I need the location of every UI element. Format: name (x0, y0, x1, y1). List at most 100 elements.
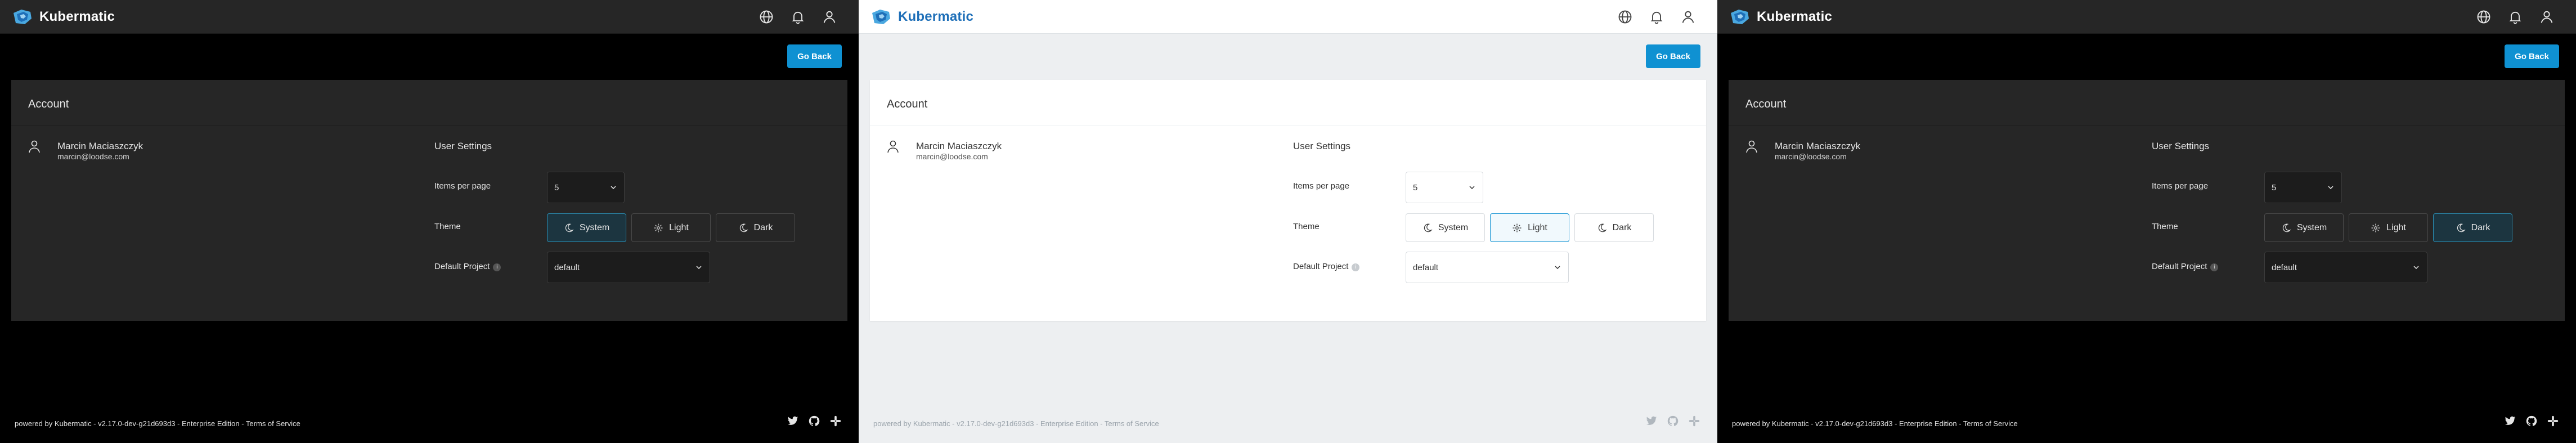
items-per-page-value: 5 (554, 182, 559, 193)
footer-text[interactable]: powered by Kubermatic - v2.17.0-dev-g21d… (1732, 419, 2018, 428)
go-back-button[interactable]: Go Back (1646, 44, 1700, 68)
account-title: Account (887, 98, 928, 110)
theme-dark-label: Dark (2471, 222, 2490, 232)
theme-system-button[interactable]: System (547, 213, 626, 242)
kubermatic-logo-icon (872, 9, 890, 24)
app-window-2: Kubermatic Go Back Account Marcin Macias… (859, 0, 1717, 443)
theme-dark-button[interactable]: Dark (2433, 213, 2512, 242)
theme-dark-button[interactable]: Dark (716, 213, 795, 242)
user-name: Marcin Maciaszczyk (916, 141, 1002, 151)
footer-text[interactable]: powered by Kubermatic - v2.17.0-dev-g21d… (873, 419, 1159, 428)
theme-dark-label: Dark (753, 222, 773, 232)
default-project-select[interactable]: default (1406, 252, 1569, 283)
moon-icon (2282, 223, 2291, 232)
moon-icon (565, 223, 574, 232)
theme-light-button[interactable]: Light (631, 213, 711, 242)
account-icon[interactable] (2539, 9, 2555, 25)
theme-label: Theme (1293, 222, 1320, 231)
user-icon (887, 140, 899, 153)
default-project-select[interactable]: default (547, 252, 710, 283)
moon-icon (1598, 223, 1607, 232)
app-window-1: Kubermatic Go Back Account Marcin Macias… (0, 0, 859, 443)
default-project-label: Default Project i (434, 262, 501, 271)
user-email: marcin@loodse.com (57, 152, 129, 161)
bell-icon[interactable] (1649, 9, 1664, 25)
github-icon[interactable] (1667, 415, 1679, 427)
theme-light-label: Light (1528, 222, 1547, 232)
items-per-page-label: Items per page (2152, 181, 2209, 191)
theme-light-button[interactable]: Light (2349, 213, 2428, 242)
account-card: Account Marcin Maciaszczyk marcin@loodse… (1729, 80, 2565, 321)
github-icon[interactable] (2525, 415, 2538, 427)
footer-text[interactable]: powered by Kubermatic - v2.17.0-dev-g21d… (15, 419, 300, 428)
items-per-page-select[interactable]: 5 (547, 172, 625, 203)
info-icon[interactable]: i (2210, 263, 2219, 271)
globe-icon[interactable] (2476, 9, 2492, 25)
default-project-label-text: Default Project (2152, 262, 2207, 271)
sun-icon (654, 223, 663, 232)
github-icon[interactable] (808, 415, 820, 427)
account-icon[interactable] (822, 9, 837, 25)
default-project-select[interactable]: default (2264, 252, 2427, 283)
chevron-down-icon (2413, 266, 2419, 270)
user-email: marcin@loodse.com (1775, 152, 1847, 161)
screenshot-root: Kubermatic Go Back Account Marcin Macias… (0, 0, 2576, 443)
bell-icon[interactable] (790, 9, 806, 25)
account-card: Account Marcin Maciaszczyk marcin@loodse… (11, 80, 847, 321)
kubermatic-logo[interactable]: Kubermatic (11, 7, 115, 26)
go-back-button[interactable]: Go Back (2505, 44, 2559, 68)
user-name: Marcin Maciaszczyk (1775, 141, 1861, 151)
info-icon[interactable]: i (1352, 263, 1360, 271)
theme-dark-label: Dark (1612, 222, 1632, 232)
kubermatic-logo-icon (1731, 9, 1749, 24)
globe-icon[interactable] (1617, 9, 1633, 25)
account-icon[interactable] (1680, 9, 1696, 25)
slack-icon[interactable] (2547, 415, 2559, 427)
brand-name: Kubermatic (39, 8, 115, 24)
user-icon (29, 140, 40, 153)
theme-light-label: Light (669, 222, 689, 232)
default-project-label-text: Default Project (434, 262, 490, 271)
items-per-page-value: 5 (2272, 182, 2277, 193)
slack-icon[interactable] (1688, 415, 1700, 427)
theme-system-button[interactable]: System (1406, 213, 1485, 242)
default-project-label: Default Project i (2152, 262, 2219, 271)
kubermatic-logo[interactable]: Kubermatic (1729, 7, 1832, 26)
account-title: Account (28, 98, 69, 110)
twitter-icon[interactable] (2504, 415, 2516, 427)
globe-icon[interactable] (759, 9, 774, 25)
twitter-icon[interactable] (1645, 415, 1658, 427)
account-card: Account Marcin Maciaszczyk marcin@loodse… (870, 80, 1706, 321)
brand-name: Kubermatic (1757, 8, 1833, 24)
moon-icon (739, 223, 748, 232)
slack-icon[interactable] (829, 415, 842, 427)
top-navigation-bar: Kubermatic (0, 0, 859, 34)
twitter-icon[interactable] (787, 415, 799, 427)
default-project-value: default (2272, 262, 2297, 272)
theme-system-label: System (1438, 222, 1469, 232)
user-name: Marcin Maciaszczyk (57, 141, 143, 151)
items-per-page-value: 5 (1413, 182, 1418, 193)
items-per-page-label: Items per page (1293, 181, 1350, 191)
theme-system-button[interactable]: System (2264, 213, 2344, 242)
items-per-page-select[interactable]: 5 (1406, 172, 1483, 203)
theme-light-button[interactable]: Light (1490, 213, 1569, 242)
sun-icon (1513, 223, 1522, 232)
kubermatic-logo-icon (14, 9, 32, 24)
kubermatic-logo[interactable]: Kubermatic (870, 7, 973, 26)
theme-light-label: Light (2386, 222, 2406, 232)
moon-icon (1424, 223, 1433, 232)
user-icon (1746, 140, 1757, 153)
user-settings-title: User Settings (1293, 141, 1351, 151)
chevron-down-icon (696, 266, 702, 270)
info-icon[interactable]: i (493, 263, 501, 271)
bell-icon[interactable] (2507, 9, 2523, 25)
items-per-page-select[interactable]: 5 (2264, 172, 2342, 203)
theme-dark-button[interactable]: Dark (1574, 213, 1654, 242)
app-window-3: Kubermatic Go Back Account Marcin Macias… (1717, 0, 2576, 443)
theme-system-label: System (2296, 222, 2327, 232)
go-back-button[interactable]: Go Back (787, 44, 842, 68)
sun-icon (2371, 223, 2380, 232)
theme-label: Theme (434, 222, 461, 231)
default-project-label-text: Default Project (1293, 262, 1349, 271)
